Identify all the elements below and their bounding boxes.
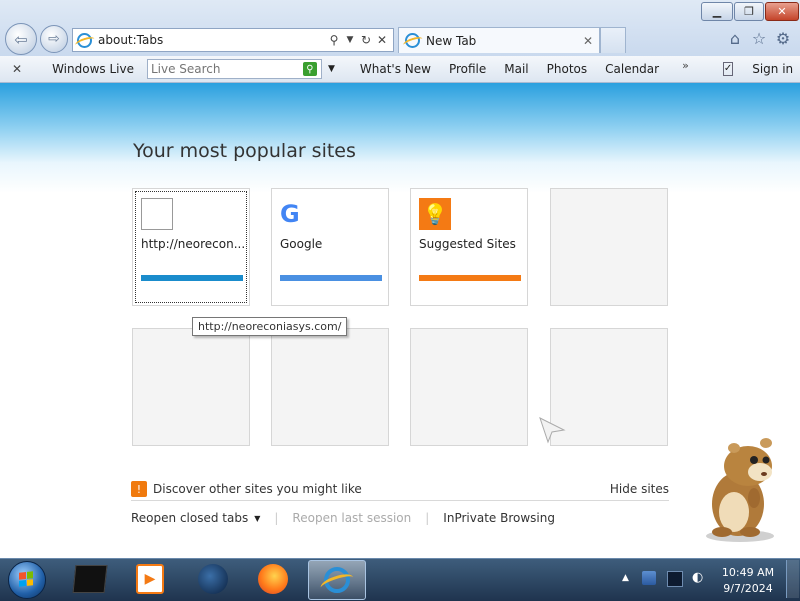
taskbar-app-terminal[interactable] [62,560,118,598]
hide-sites-link[interactable]: Hide sites [610,482,669,496]
minimize-button[interactable]: ▁ [701,2,733,21]
close-toolbar-icon[interactable]: ✕ [12,62,22,76]
live-search-box[interactable]: ⚲ [146,59,322,79]
tab-label: New Tab [426,33,477,48]
site-tile-bar [141,275,243,281]
firefox-icon [258,564,288,594]
google-logo-icon: G [280,200,300,228]
windows-logo-icon [46,62,47,76]
clock-date: 9/7/2024 [723,582,773,595]
url-tooltip: http://neoreconiasys.com/ [192,317,348,336]
command-bar: ✕ Windows Live ⚲ ▼ What's New Profile Ma… [0,56,800,83]
bottom-actions: Reopen closed tabs ▼ | Reopen last sessi… [131,508,555,528]
empty-site-tile[interactable] [132,328,250,446]
search-icon[interactable]: ⚲ [326,33,342,47]
empty-site-tile[interactable] [550,328,668,446]
taskbar-clock[interactable]: 10:49 AM 9/7/2024 [718,565,778,597]
separator: | [425,511,430,525]
site-tile-bar [419,275,521,281]
terminal-icon [72,565,108,593]
refresh-icon[interactable]: ↻ [358,33,374,47]
lightbulb-icon: ! [131,481,147,497]
tray-display-icon[interactable] [667,571,683,587]
search-go-icon[interactable]: ⚲ [302,62,317,76]
tab-new-tab[interactable]: New Tab ✕ [398,27,600,53]
overflow-chevron-icon[interactable]: » [682,59,689,72]
forward-button[interactable]: ⇨ [40,25,68,53]
live-search-input[interactable] [147,61,303,77]
checkbox-icon[interactable]: ✓ [722,62,734,76]
site-tile-google[interactable]: G Google [271,188,389,306]
site-tile-label: http://neorecon... [141,237,246,251]
taskbar-app-internet-explorer[interactable] [308,560,366,600]
sign-in-link[interactable]: Sign in [743,62,800,76]
windows-logo-icon [19,571,33,587]
taskbar-app-media-player[interactable]: ▶ [122,560,178,598]
home-icon[interactable]: ⌂ [725,28,745,48]
ie-page-icon [77,32,92,48]
search-options-icon[interactable]: ▼ [328,64,335,74]
clock-time: 10:49 AM [721,566,775,579]
chevron-down-icon[interactable]: ▼ [254,514,260,523]
start-button[interactable] [8,561,46,599]
back-button[interactable]: ⇦ [5,23,37,55]
close-icon: ✕ [777,5,787,18]
site-tile-neoreconiasys[interactable]: http://neorecon... [132,188,250,306]
separator: | [274,511,279,525]
internet-explorer-icon [318,567,356,594]
globe-icon [198,564,228,594]
inprivate-browsing-link[interactable]: InPrivate Browsing [443,511,555,525]
taskbar-app-firefox[interactable] [245,560,301,598]
link-whats-new[interactable]: What's New [351,62,440,76]
empty-site-tile[interactable] [410,328,528,446]
link-mail[interactable]: Mail [495,62,537,76]
forward-arrow-icon: ⇨ [48,31,60,47]
site-favicon-placeholder [141,198,173,230]
tray-volume-icon[interactable]: ◐ [692,571,706,585]
new-tab-button[interactable] [600,27,626,53]
address-bar[interactable]: about:Tabs ⚲ ▼ ↻ ✕ [72,28,394,52]
link-photos[interactable]: Photos [538,62,596,76]
tray-network-icon[interactable] [642,571,656,585]
site-tile-suggested-sites[interactable]: 💡 Suggested Sites [410,188,528,306]
reopen-last-session-link[interactable]: Reopen last session [292,511,411,525]
discover-link[interactable]: Discover other sites you might like [153,482,362,496]
ie-tab-icon [405,33,420,48]
restore-icon: ❐ [744,5,754,18]
minimize-icon: ▁ [712,5,722,18]
reopen-closed-tabs-button[interactable]: Reopen closed tabs [131,511,248,525]
close-window-button[interactable]: ✕ [765,2,799,21]
back-arrow-icon: ⇦ [14,29,28,49]
mouse-cursor-icon [539,417,566,444]
lightbulb-icon: 💡 [419,198,451,230]
empty-site-tile[interactable] [550,188,668,306]
empty-site-tile[interactable] [271,328,389,446]
show-desktop-button[interactable] [786,560,799,598]
site-tile-bar [280,275,382,281]
address-text[interactable]: about:Tabs [98,33,326,47]
tab-close-icon[interactable]: ✕ [583,34,593,48]
restore-button[interactable]: ❐ [734,2,764,21]
discover-row: ! Discover other sites you might like Hi… [131,478,669,501]
star-icon[interactable]: ☆ [749,28,769,48]
link-profile[interactable]: Profile [440,62,495,76]
taskbar-app-globe[interactable] [185,560,241,598]
link-calendar[interactable]: Calendar [596,62,668,76]
dropdown-arrow-icon[interactable]: ▼ [342,35,358,45]
windows-live-label[interactable]: Windows Live [47,62,143,76]
page-title: Your most popular sites [133,140,356,162]
site-tile-label: Suggested Sites [419,237,516,251]
site-tile-label: Google [280,237,323,251]
tray-expand-icon[interactable]: ▲ [622,573,629,583]
hamster-mascot-icon [706,438,774,542]
gear-icon[interactable]: ⚙ [773,28,793,48]
media-play-icon: ▶ [136,564,164,594]
stop-icon[interactable]: ✕ [374,33,390,47]
